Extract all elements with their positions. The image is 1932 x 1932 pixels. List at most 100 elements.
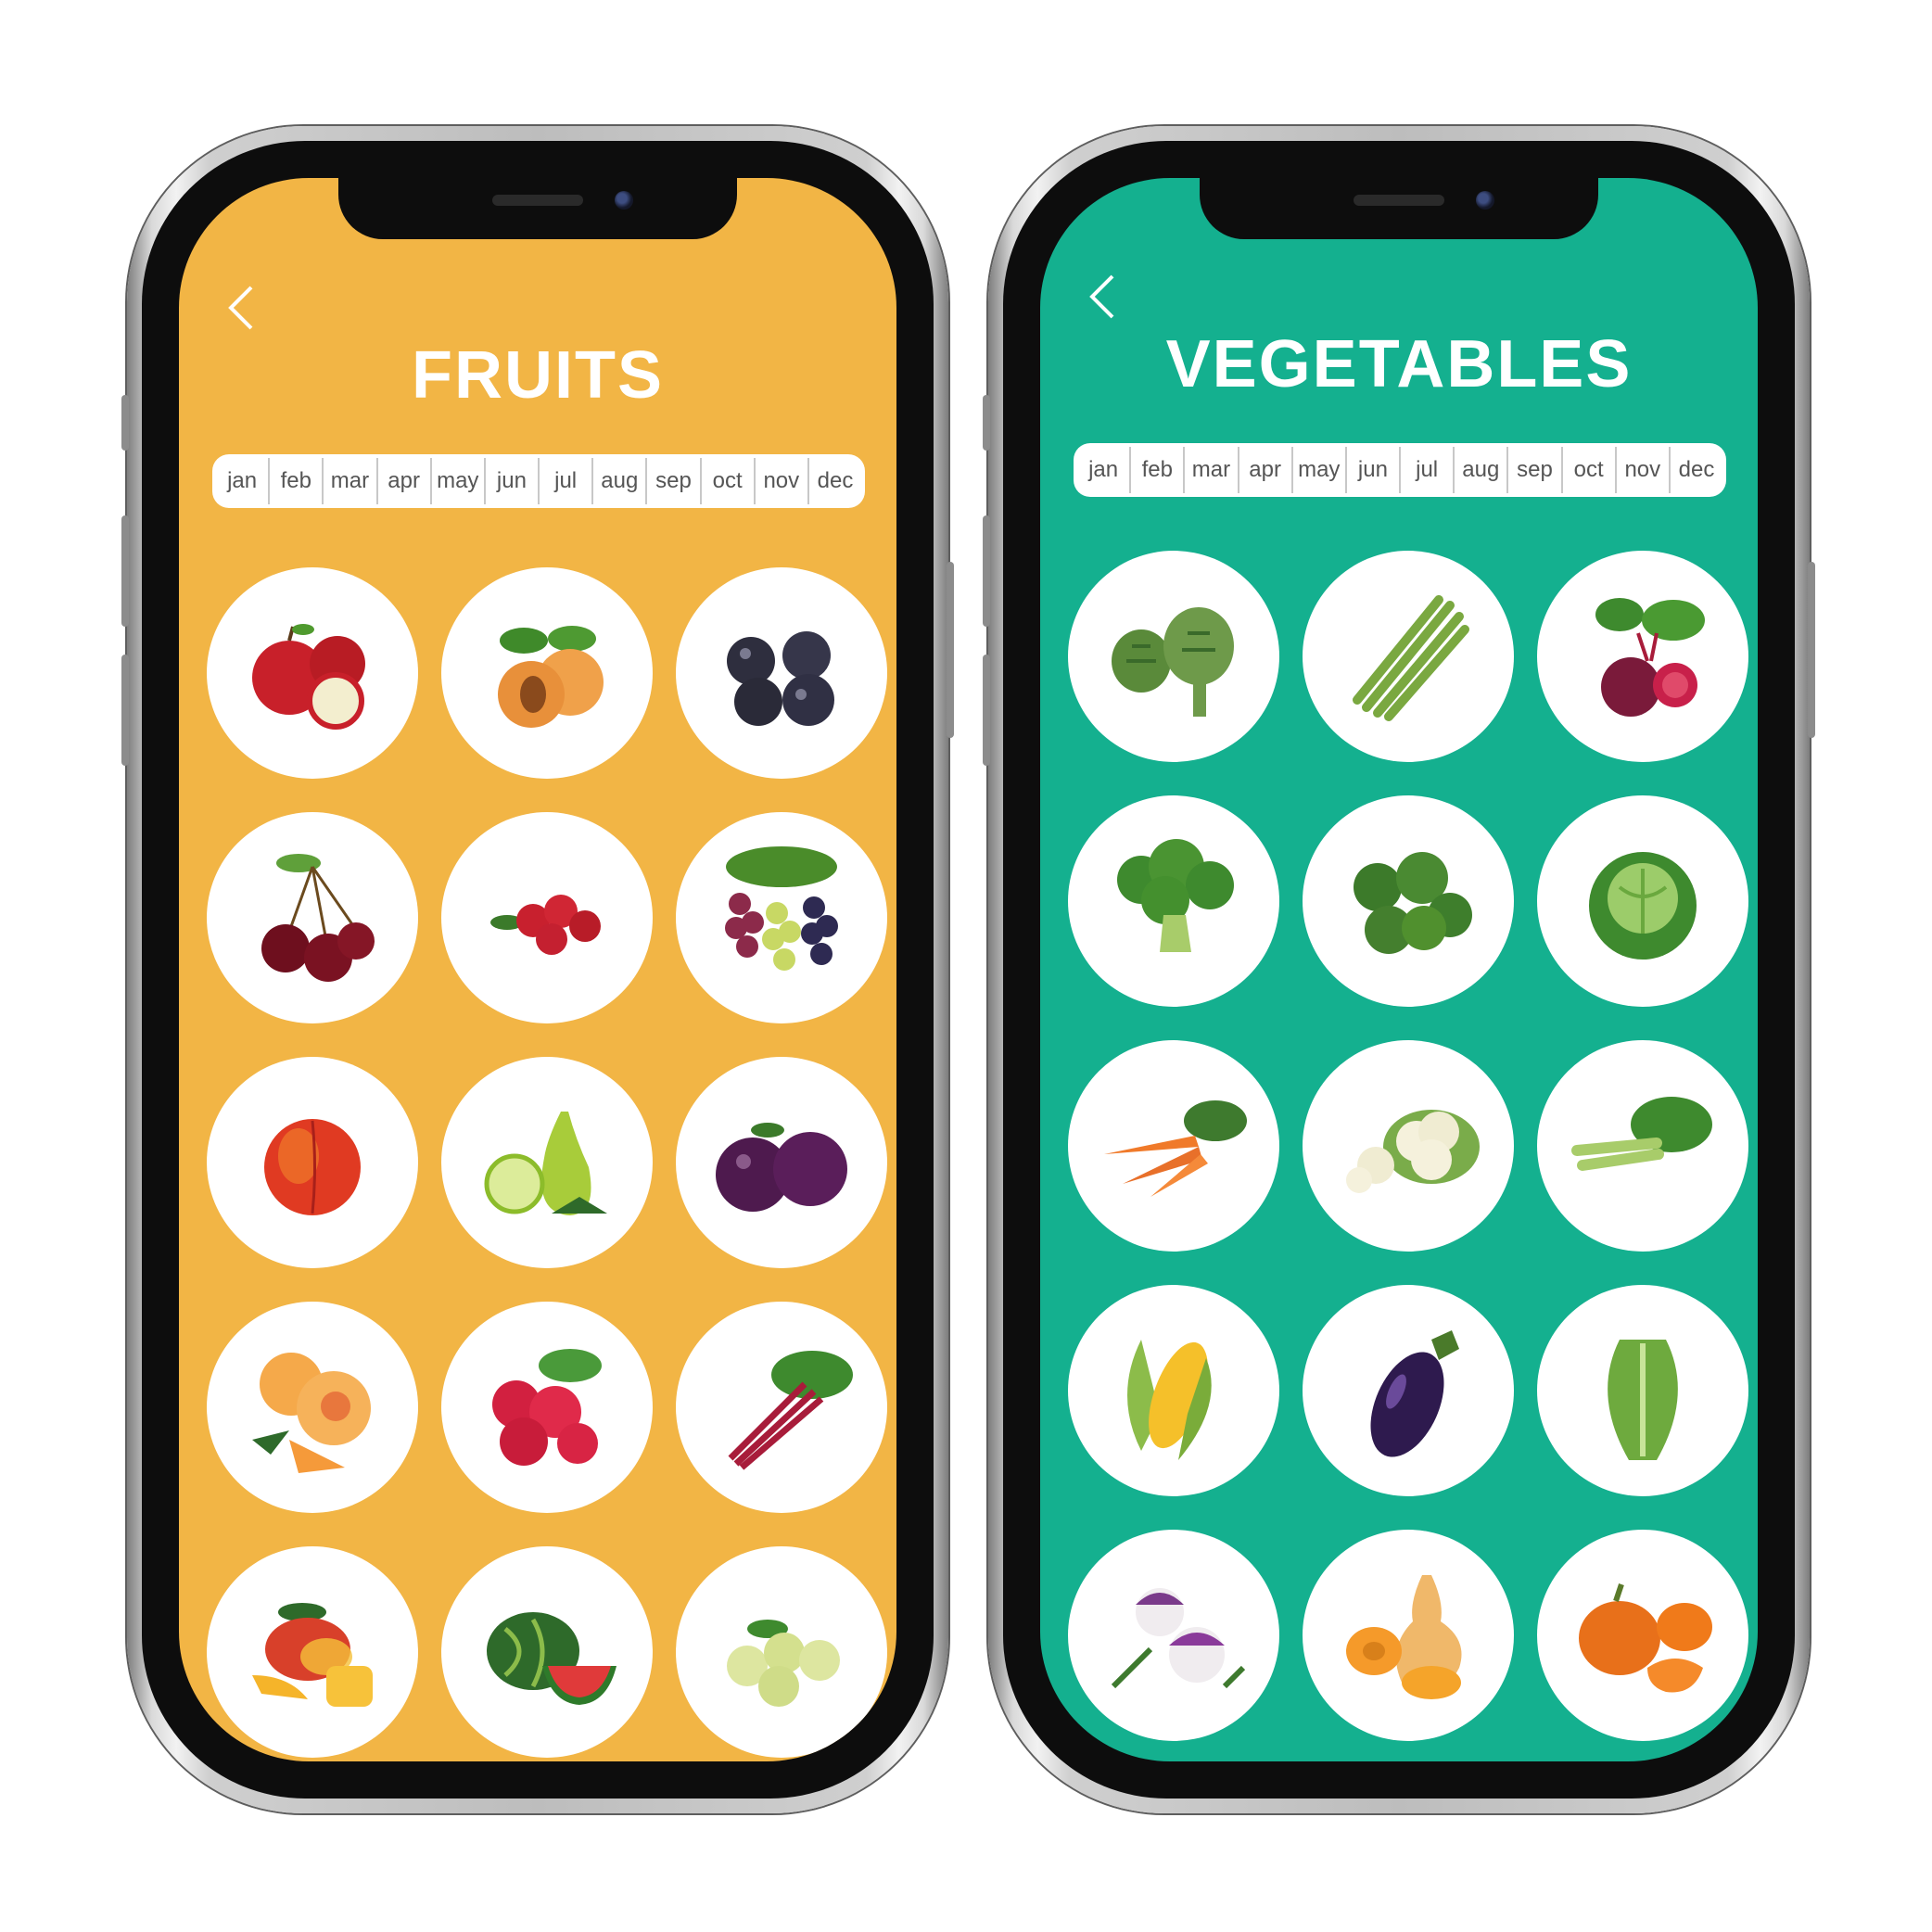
gooseberry-icon xyxy=(727,1620,840,1707)
fruit-item-plum[interactable] xyxy=(676,1057,887,1268)
fruit-item-raspberry[interactable] xyxy=(441,1302,653,1513)
volume-up-button xyxy=(121,515,129,627)
month-tab-aug[interactable]: aug xyxy=(1453,447,1506,493)
month-tab-mar[interactable]: mar xyxy=(322,458,375,504)
fruit-item-gooseberry[interactable] xyxy=(676,1546,887,1758)
speaker xyxy=(492,195,583,206)
vegetable-item-broccoli[interactable] xyxy=(1068,795,1279,1007)
asparagus-icon xyxy=(1353,595,1469,721)
mango-icon xyxy=(252,1603,373,1707)
fruit-item-nectarine[interactable] xyxy=(207,1057,418,1268)
mute-switch xyxy=(983,395,990,451)
month-tab-jul[interactable]: jul xyxy=(538,458,591,504)
front-camera xyxy=(1476,191,1494,210)
broccoli-icon xyxy=(1117,839,1234,952)
vegetable-item-asparagus[interactable] xyxy=(1303,551,1514,762)
beetroot-icon xyxy=(1595,598,1705,717)
brussels-sprouts-icon xyxy=(1354,852,1472,954)
month-tab-nov[interactable]: nov xyxy=(1614,447,1669,493)
month-tab-feb[interactable]: feb xyxy=(1129,447,1183,493)
month-tab-sep[interactable]: sep xyxy=(1506,447,1560,493)
fruit-item-blackcurrant[interactable] xyxy=(676,567,887,779)
vegetable-item-beetroot[interactable] xyxy=(1537,551,1748,762)
chevron-left-icon[interactable] xyxy=(220,280,266,336)
phone-vegetables: VEGETABLES jan feb mar apr may jun jul a… xyxy=(983,126,1815,1813)
vegetable-item-eggplant[interactable] xyxy=(1303,1285,1514,1496)
vegetable-item-cabbage[interactable] xyxy=(1537,795,1748,1007)
carrot-icon xyxy=(1104,1100,1247,1197)
bezel: VEGETABLES jan feb mar apr may jun jul a… xyxy=(1003,141,1795,1799)
vegetable-item-butternut-squash[interactable] xyxy=(1303,1530,1514,1741)
fruit-item-apple[interactable] xyxy=(207,567,418,779)
notch xyxy=(1200,178,1598,239)
lettuce-icon xyxy=(1608,1340,1678,1460)
fruit-item-apricot[interactable] xyxy=(441,567,653,779)
vegetable-item-artichoke[interactable] xyxy=(1068,551,1279,762)
fruit-item-rhubarb[interactable] xyxy=(676,1302,887,1513)
cherry-icon xyxy=(261,854,375,982)
fruit-item-mango[interactable] xyxy=(207,1546,418,1758)
month-tab-feb[interactable]: feb xyxy=(268,458,322,504)
month-tab-apr[interactable]: apr xyxy=(375,458,430,504)
chevron-left-icon[interactable] xyxy=(1081,269,1127,324)
vegetable-item-lettuce[interactable] xyxy=(1537,1285,1748,1496)
apricot-icon xyxy=(498,626,604,728)
corn-icon xyxy=(1127,1340,1212,1460)
blackcurrant-icon xyxy=(727,631,834,726)
nectarine-icon xyxy=(264,1119,361,1215)
month-tab-oct[interactable]: oct xyxy=(699,458,754,504)
month-tab-aug[interactable]: aug xyxy=(591,458,645,504)
rhubarb-icon xyxy=(728,1351,853,1470)
cauliflower-icon xyxy=(1346,1110,1480,1193)
month-tab-jan[interactable]: jan xyxy=(216,458,268,504)
fruit-item-grapes[interactable] xyxy=(676,812,887,1023)
volume-down-button xyxy=(983,655,990,766)
pumpkin-icon xyxy=(1579,1583,1712,1693)
vegetable-item-brussels-sprouts[interactable] xyxy=(1303,795,1514,1007)
month-tab-jul[interactable]: jul xyxy=(1399,447,1453,493)
month-tab-dec[interactable]: dec xyxy=(807,458,861,504)
fruit-item-pear[interactable] xyxy=(441,1057,653,1268)
peach-icon xyxy=(252,1353,371,1473)
vegetable-item-corn[interactable] xyxy=(1068,1285,1279,1496)
vegetable-item-celery[interactable] xyxy=(1537,1040,1748,1252)
fruits-screen: FRUITS jan feb mar apr may jun jul aug s… xyxy=(179,178,896,1761)
fruit-item-cherry[interactable] xyxy=(207,812,418,1023)
plum-icon xyxy=(716,1123,847,1212)
month-tab-oct[interactable]: oct xyxy=(1560,447,1615,493)
page-title: VEGETABLES xyxy=(1165,327,1633,401)
turnip-icon xyxy=(1111,1588,1246,1689)
speaker xyxy=(1354,195,1444,206)
vegetable-item-cauliflower[interactable] xyxy=(1303,1040,1514,1252)
vegetable-item-pumpkin[interactable] xyxy=(1537,1530,1748,1741)
power-button xyxy=(1808,562,1815,738)
month-tab-jun[interactable]: jun xyxy=(483,458,538,504)
pear-icon xyxy=(484,1112,607,1215)
month-tab-nov[interactable]: nov xyxy=(753,458,807,504)
raspberry-icon xyxy=(492,1349,602,1466)
month-tab-jun[interactable]: jun xyxy=(1344,447,1399,493)
month-tab-may[interactable]: may xyxy=(429,458,484,504)
front-camera xyxy=(615,191,633,210)
cabbage-icon xyxy=(1589,852,1697,960)
month-tab-jan[interactable]: jan xyxy=(1077,447,1129,493)
watermelon-icon xyxy=(487,1612,616,1705)
phone-fruits: FRUITS jan feb mar apr may jun jul aug s… xyxy=(121,126,954,1813)
apple-icon xyxy=(252,624,365,730)
mute-switch xyxy=(121,395,129,451)
month-tab-dec[interactable]: dec xyxy=(1668,447,1722,493)
volume-up-button xyxy=(983,515,990,627)
vegetable-item-carrot[interactable] xyxy=(1068,1040,1279,1252)
notch xyxy=(338,178,737,239)
celery-icon xyxy=(1571,1097,1712,1171)
vegetable-item-turnip[interactable] xyxy=(1068,1530,1279,1741)
power-button xyxy=(947,562,954,738)
fruit-item-cranberry[interactable] xyxy=(441,812,653,1023)
vegetables-grid xyxy=(1068,551,1748,1741)
month-tab-mar[interactable]: mar xyxy=(1183,447,1237,493)
month-tab-may[interactable]: may xyxy=(1290,447,1345,493)
month-tab-sep[interactable]: sep xyxy=(645,458,699,504)
fruit-item-peach[interactable] xyxy=(207,1302,418,1513)
month-tab-apr[interactable]: apr xyxy=(1237,447,1291,493)
fruit-item-watermelon[interactable] xyxy=(441,1546,653,1758)
